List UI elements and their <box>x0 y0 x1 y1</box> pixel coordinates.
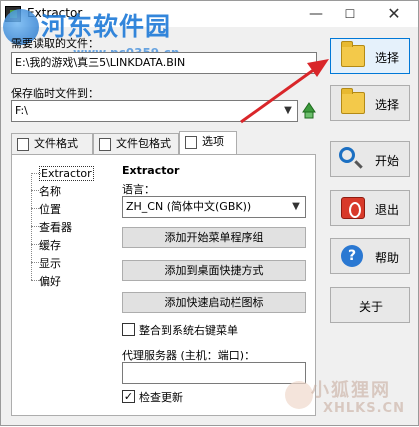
temp-path-value: F:\ <box>15 104 28 117</box>
power-icon <box>341 197 365 219</box>
tab-file-format[interactable]: 文件格式 <box>11 133 93 155</box>
add-start-menu-button[interactable]: 添加开始菜单程序组 <box>122 227 306 248</box>
maximize-button[interactable]: ☐ <box>333 1 367 27</box>
exit-button[interactable]: 退出 <box>330 190 410 226</box>
tree-item-name[interactable]: 名称 <box>39 183 61 199</box>
tree-item-display[interactable]: 显示 <box>39 255 61 271</box>
options-group-title: Extractor <box>122 164 180 177</box>
language-label: 语言： <box>122 183 155 196</box>
source-file-value: E:\我的游戏\真三5\LINKDATA.BIN <box>15 56 186 69</box>
tab-options[interactable]: 选项 <box>179 131 237 155</box>
add-quicklaunch-button[interactable]: 添加快速启动栏图标 <box>122 292 306 313</box>
context-menu-label: 整合到系统右键菜单 <box>139 324 238 337</box>
check-update-label: 检查更新 <box>139 391 183 404</box>
folder-icon <box>341 88 365 114</box>
tree-item-viewer[interactable]: 查看器 <box>39 219 72 235</box>
source-file-input[interactable]: E:\我的游戏\真三5\LINKDATA.BIN <box>11 52 317 74</box>
help-icon: ? <box>341 245 363 267</box>
minimize-button[interactable]: — <box>299 1 333 27</box>
book-icon <box>99 138 111 151</box>
language-select[interactable]: ZH_CN (简体中文(GBK)) ▼ <box>122 196 306 218</box>
add-desktop-shortcut-button[interactable]: 添加到桌面快捷方式 <box>122 260 306 281</box>
chevron-down-icon[interactable]: ▼ <box>287 197 305 217</box>
document-icon <box>17 138 29 151</box>
context-menu-checkbox[interactable] <box>122 323 135 336</box>
chevron-down-icon[interactable]: ▼ <box>279 101 297 121</box>
close-button[interactable]: ✕ <box>377 1 411 27</box>
recycle-icon[interactable] <box>300 100 318 120</box>
select-source-button[interactable]: 选择 <box>330 38 410 74</box>
watermark-bottom-text: 小狐狸网 <box>311 380 391 401</box>
tree-item-preferences[interactable]: 偏好 <box>39 273 61 289</box>
settings-icon <box>185 136 197 149</box>
check-update-checkbox[interactable]: ✓ <box>122 390 135 403</box>
tree-item-extractor[interactable]: Extractor <box>39 166 94 181</box>
select-temp-button[interactable]: 选择 <box>330 85 410 121</box>
extractor-window: Extractor — ☐ ✕ 河东软件园 www.pc0359.cn 需要读取… <box>0 0 419 426</box>
magnifier-icon <box>339 147 355 163</box>
tree-item-cache[interactable]: 缓存 <box>39 237 61 253</box>
temp-path-combo[interactable]: F:\ ▼ <box>11 100 298 122</box>
tree-item-location[interactable]: 位置 <box>39 201 61 217</box>
proxy-input[interactable] <box>122 362 306 384</box>
source-file-label: 需要读取的文件： <box>11 37 99 50</box>
watermark-fox-icon <box>285 381 313 409</box>
tab-package-format[interactable]: 文件包格式 <box>93 133 179 155</box>
folder-open-icon <box>341 41 365 67</box>
temp-path-label: 保存临时文件到： <box>11 87 99 100</box>
about-button[interactable]: 关于 <box>330 287 410 323</box>
start-button[interactable]: 开始 <box>330 141 410 177</box>
help-button[interactable]: ? 帮助 <box>330 238 410 274</box>
proxy-label: 代理服务器 (主机：端口)： <box>122 349 256 362</box>
watermark-bottom-url: XHLKS.CN <box>323 401 405 416</box>
language-value: ZH_CN (简体中文(GBK)) <box>126 200 252 213</box>
